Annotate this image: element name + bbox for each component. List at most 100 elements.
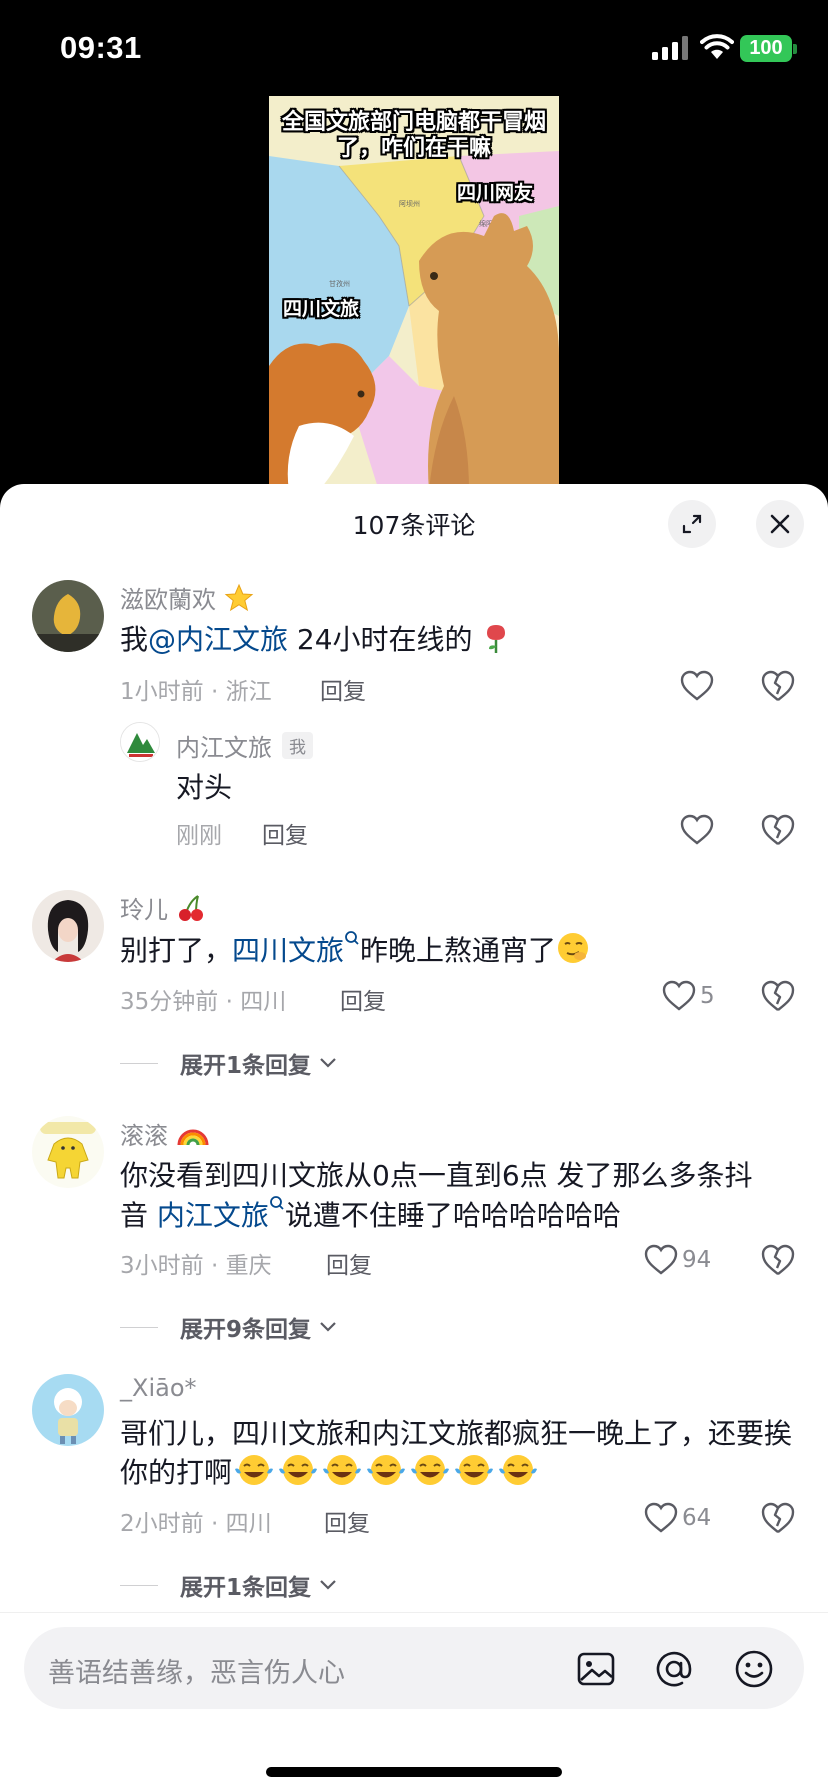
battery-indicator: 100: [740, 35, 792, 62]
mention-link[interactable]: 内江文旅: [157, 1196, 285, 1232]
reply-button[interactable]: 回复: [324, 1504, 370, 1538]
like-button[interactable]: 5: [662, 978, 715, 1014]
comment-time-location: 1小时前 · 浙江: [120, 679, 272, 705]
status-bar: 09:31 100: [0, 0, 828, 96]
reply-to-reply-button[interactable]: 回复: [262, 816, 308, 850]
laughing-emojis: [232, 1455, 540, 1489]
mention-icon[interactable]: [654, 1649, 694, 1689]
avatar-image: [32, 580, 104, 652]
status-time: 09:31: [60, 30, 142, 65]
expand-divider: [120, 1062, 158, 1064]
image-picker-icon[interactable]: [576, 1649, 616, 1689]
comment-time-location: 35分钟前 · 四川: [120, 989, 287, 1015]
like-count: 5: [700, 983, 715, 1009]
comment-input-bar: 善语结善缘，恶言伤人心: [0, 1612, 828, 1792]
heart-icon: [644, 1244, 678, 1275]
me-badge: 我: [282, 732, 313, 759]
chevron-down-icon: [320, 1580, 336, 1590]
heart-icon: [662, 980, 696, 1011]
avatar-image: [32, 1116, 104, 1188]
comment-text: 我@内江文旅 24小时在线的: [120, 620, 800, 659]
input-placeholder: 善语结善缘，恶言伤人心: [48, 1658, 345, 1689]
tears-of-joy-emoji-icon: [323, 1455, 362, 1485]
reply-button[interactable]: 回复: [320, 672, 366, 706]
cellular-signal-icon: [652, 36, 688, 60]
expand-icon: [682, 514, 702, 534]
avatar[interactable]: [32, 1374, 104, 1446]
reply-time: 刚刚: [176, 823, 222, 849]
close-sheet-button[interactable]: [756, 500, 804, 548]
tears-of-joy-emoji-icon: [235, 1455, 274, 1485]
like-count: 94: [682, 1247, 712, 1273]
reply-avatar[interactable]: [120, 722, 160, 762]
chevron-down-icon: [320, 1058, 336, 1068]
home-indicator[interactable]: [266, 1767, 562, 1777]
avatar[interactable]: [32, 1116, 104, 1188]
reply-like-button[interactable]: [680, 812, 714, 848]
rainbow-emoji-icon: [177, 1129, 209, 1146]
comment-username[interactable]: 玲儿: [120, 890, 206, 925]
chevron-down-icon: [320, 1322, 336, 1332]
comment-sheet: 107条评论 滋欧蘭欢 我@内江文旅 24小时在线的 1小时前 · 浙江 回复: [0, 484, 828, 1792]
smirk-emoji-icon: [558, 933, 589, 963]
svg-text:甘孜州: 甘孜州: [329, 279, 350, 288]
avatar[interactable]: [32, 890, 104, 962]
emoji-picker-icon[interactable]: [734, 1649, 774, 1689]
avatar-image: [32, 890, 104, 962]
expand-replies-button[interactable]: 展开1条回复: [120, 1568, 337, 1602]
mention-link[interactable]: @内江文旅: [148, 623, 288, 656]
reply-username[interactable]: 内江文旅我: [176, 728, 313, 763]
heart-icon: [680, 670, 714, 701]
heart-icon: [680, 814, 714, 845]
wifi-icon: [700, 34, 734, 59]
video-label-sichuan: 四川文旅: [283, 298, 360, 320]
like-button[interactable]: [680, 668, 714, 704]
comment-username[interactable]: 滚滚: [120, 1116, 210, 1151]
expand-divider: [120, 1584, 158, 1586]
svg-text:阿坝州: 阿坝州: [399, 199, 420, 208]
video-preview[interactable]: 阿坝州 甘孜州 绵阳 遂宁 全国文旅部门电脑都干冒烟了，咋们在干嘛 四川网友 四…: [269, 96, 559, 491]
expand-divider: [120, 1326, 158, 1328]
like-button[interactable]: 94: [644, 1242, 711, 1278]
dislike-icon[interactable]: [760, 668, 796, 704]
avatar-image: [32, 1374, 104, 1446]
tears-of-joy-emoji-icon: [279, 1455, 318, 1485]
comment-username[interactable]: 滋欧蘭欢: [120, 580, 254, 615]
search-icon: [270, 1196, 284, 1210]
comment-username[interactable]: _Xiāo*: [120, 1374, 197, 1402]
video-caption: 全国文旅部门电脑都干冒烟了，咋们在干嘛: [281, 110, 546, 161]
comment-text: 别打了，四川文旅 昨晚上熬通宵了: [120, 930, 800, 970]
reply-button[interactable]: 回复: [340, 982, 386, 1016]
like-button[interactable]: 64: [644, 1500, 711, 1536]
dislike-icon[interactable]: [760, 978, 796, 1014]
avatar[interactable]: [32, 580, 104, 652]
dislike-icon[interactable]: [760, 812, 796, 848]
mention-link[interactable]: 四川文旅: [232, 931, 360, 967]
comment-input[interactable]: 善语结善缘，恶言伤人心: [24, 1627, 804, 1709]
expand-replies-button[interactable]: 展开1条回复: [120, 1046, 337, 1080]
comment-text: 你没看到四川文旅从0点一直到6点 发了那么多条抖音 内江文旅 说遭不住睡了哈哈哈哈…: [120, 1159, 753, 1232]
star-emoji-icon: [224, 583, 253, 612]
reply-avatar-image: [121, 723, 159, 761]
video-label-netizen: 四川网友: [457, 182, 534, 204]
tears-of-joy-emoji-icon: [411, 1455, 450, 1485]
expand-sheet-button[interactable]: [668, 500, 716, 548]
dislike-icon[interactable]: [760, 1500, 796, 1536]
like-count: 64: [682, 1505, 712, 1531]
dislike-icon[interactable]: [760, 1242, 796, 1278]
tears-of-joy-emoji-icon: [499, 1455, 538, 1485]
reply-button[interactable]: 回复: [326, 1246, 372, 1280]
heart-icon: [644, 1502, 678, 1533]
reply-text: 对头: [176, 771, 233, 804]
expand-replies-button[interactable]: 展开9条回复: [120, 1310, 337, 1344]
search-icon: [345, 931, 359, 945]
comment-time-location: 2小时前 · 四川: [120, 1511, 272, 1537]
tears-of-joy-emoji-icon: [367, 1455, 406, 1485]
close-icon: [770, 514, 790, 534]
rose-emoji-icon: [487, 625, 506, 653]
comment-text: 哥们儿，四川文旅和内江文旅都疯狂一晚上了，还要挨你的打啊: [120, 1417, 793, 1489]
cherry-emoji-icon: [178, 895, 203, 921]
battery-tip: [793, 44, 797, 54]
comment-time-location: 3小时前 · 重庆: [120, 1253, 272, 1279]
tears-of-joy-emoji-icon: [455, 1455, 494, 1485]
